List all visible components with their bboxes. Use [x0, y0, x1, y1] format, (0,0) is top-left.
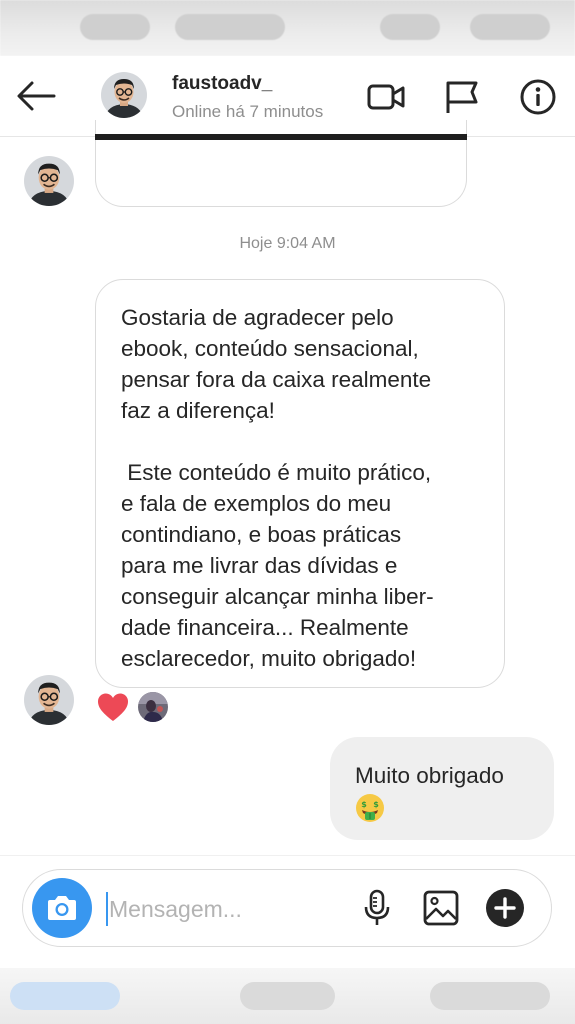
system-nav-bar: [0, 968, 575, 1024]
message-line: esclarecedor, muito obrigado!: [121, 646, 417, 671]
contact-username[interactable]: faustoadv_: [172, 73, 272, 95]
gallery-icon: [423, 890, 459, 926]
text-caret: [106, 892, 108, 926]
reactor-avatar: [138, 692, 168, 722]
message-line: Este conteúdo é muito prático,: [121, 460, 432, 485]
voice-message-button[interactable]: [357, 888, 397, 928]
message-timestamp: Hoje 9:04 AM: [239, 235, 336, 252]
message-line: ebook, conteúdo sensacional,: [121, 336, 419, 361]
money-mouth-face-emoji: $ $: [356, 794, 384, 823]
video-call-button[interactable]: [366, 78, 406, 116]
message-line: dade financeira... Realmente: [121, 615, 409, 640]
back-button[interactable]: [14, 76, 58, 116]
message-line: conseguir alcançar minha liber-: [121, 584, 434, 609]
gallery-button[interactable]: [421, 888, 461, 928]
incoming-message-bubble[interactable]: Gostaria de agradecer pelo ebook, conteú…: [95, 279, 505, 688]
info-icon: [520, 79, 556, 115]
message-line: faz a diferença!: [121, 398, 275, 423]
more-options-button[interactable]: [485, 888, 525, 928]
outgoing-message-bubble[interactable]: Muito obrigado $ $: [330, 737, 554, 840]
status-bar: [0, 0, 575, 56]
sender-avatar[interactable]: [24, 156, 74, 206]
message-composer: [22, 869, 552, 947]
back-arrow-icon: [17, 81, 56, 111]
message-line: contindiano, e boas práticas: [121, 522, 402, 547]
message-line: para me livrar das dívidas e: [121, 553, 398, 578]
composer-divider: [0, 855, 575, 856]
message-line: Gostaria de agradecer pelo: [121, 305, 394, 330]
contact-avatar[interactable]: [101, 72, 147, 118]
svg-text:$: $: [373, 800, 379, 809]
presence-status: Online há 7 minutos: [172, 102, 324, 121]
camera-icon: [48, 896, 76, 920]
outgoing-message-text: Muito obrigado: [355, 763, 504, 788]
message-line: e fala de exemplos do meu: [121, 491, 392, 516]
video-camera-icon: [367, 84, 405, 110]
info-button[interactable]: [518, 78, 558, 116]
report-button[interactable]: [442, 78, 482, 116]
message-line: pensar fora da caixa realmente: [121, 367, 432, 392]
flag-icon: [446, 81, 478, 113]
svg-text:$: $: [361, 800, 367, 809]
camera-button[interactable]: [32, 878, 92, 938]
plus-icon: [486, 889, 524, 927]
previous-message-media: [95, 134, 467, 140]
microphone-icon: [364, 889, 390, 925]
message-input[interactable]: [109, 890, 329, 928]
sender-avatar[interactable]: [24, 675, 74, 725]
heart-icon: [98, 693, 128, 721]
